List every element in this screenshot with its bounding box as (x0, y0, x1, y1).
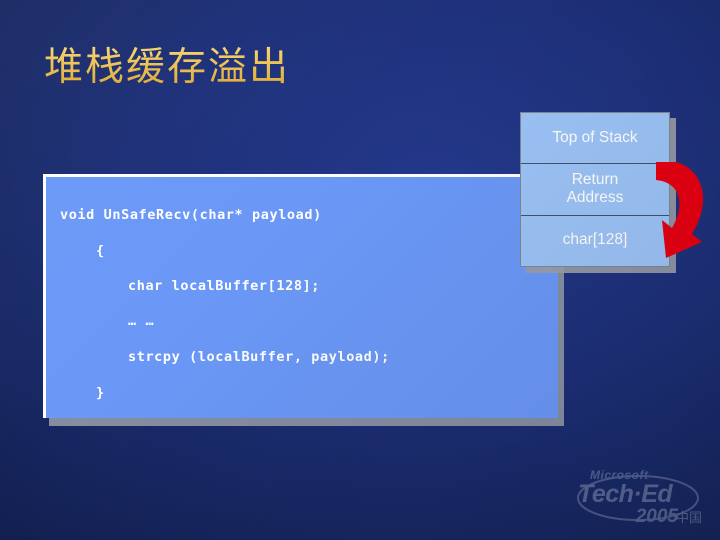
code-line: strcpy (localBuffer, payload); (128, 349, 390, 365)
stack-cell-return-address: Return Address (521, 164, 669, 216)
code-line: } (96, 385, 105, 401)
techeg-logo: Microsoft Tech·Ed 2005 中国 (572, 466, 704, 532)
logo-event: Tech·Ed (578, 480, 673, 508)
code-line: void UnSafeRecv(char* payload) (60, 207, 322, 223)
code-line: … … (128, 313, 155, 329)
stack-cell-char-buffer: char[128] (562, 231, 628, 249)
logo-year: 2005 (635, 506, 678, 527)
code-line: { (96, 243, 105, 259)
code-panel: void UnSafeRecv(char* payload) { char lo… (43, 174, 558, 418)
overflow-arrow-icon (656, 162, 704, 258)
code-line: char localBuffer[128]; (128, 278, 321, 294)
slide-canvas: 堆栈缓存溢出 void UnSafeRecv(char* payload) { … (0, 0, 720, 540)
stack-cell-top-of-stack: Top of Stack (521, 113, 669, 165)
page-title: 堆栈缓存溢出 (44, 36, 290, 92)
stack-diagram: Top of Stack Return Address char[128] (520, 112, 670, 267)
logo-region: 中国 (675, 510, 702, 525)
